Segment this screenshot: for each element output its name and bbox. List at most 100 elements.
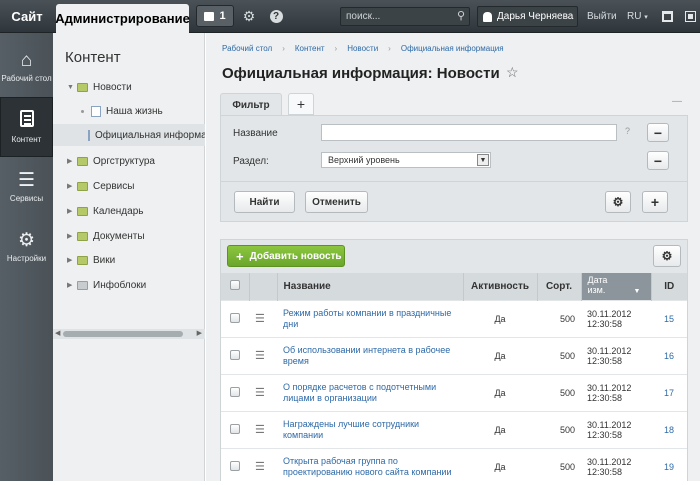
list-settings-gear-icon[interactable]: ⚙ (653, 245, 681, 267)
expand-icon[interactable] (683, 0, 697, 33)
layers-icon: ☰ (17, 169, 36, 191)
minimize-icon[interactable]: — (672, 96, 682, 107)
expand-arrow-icon[interactable]: ▼ (67, 84, 77, 91)
scroll-left-icon[interactable]: ◀ (55, 329, 60, 337)
row-active: Да (463, 299, 537, 337)
column-name[interactable]: Название (277, 273, 464, 300)
column-sort[interactable]: Сорт. (537, 273, 582, 300)
breadcrumb-item[interactable]: Рабочий стол (222, 44, 272, 53)
row-title-link[interactable]: Об использовании интернета в рабочее вре… (283, 345, 457, 367)
breadcrumb-item[interactable]: Официальная информация (401, 44, 504, 53)
row-checkbox[interactable] (230, 312, 240, 323)
expand-arrow-icon[interactable]: ▶ (67, 182, 77, 190)
column-active[interactable]: Активность (463, 273, 538, 300)
scrollbar-thumb[interactable] (63, 331, 183, 337)
language-select[interactable]: RU ▾ (627, 0, 648, 33)
tree-item-our-life[interactable]: Наша жизнь (53, 100, 205, 122)
table-row: ☰ Открыта рабочая группа по проектирован… (221, 447, 687, 485)
row-menu-icon[interactable]: ☰ (255, 313, 265, 325)
nav-settings[interactable]: ⚙ Настройки (0, 217, 53, 277)
add-news-button[interactable]: + Добавить новость (227, 245, 345, 267)
expand-arrow-icon[interactable]: ▶ (67, 157, 77, 165)
filter-name-input[interactable] (321, 124, 617, 141)
row-checkbox[interactable] (230, 460, 240, 471)
tree-item-infoblocks[interactable]: ▶ Инфоблоки (53, 274, 205, 296)
row-title-link[interactable]: Награждены лучшие сотрудники компании (283, 419, 457, 441)
row-sort: 500 (537, 447, 581, 485)
breadcrumb-separator-icon: › (334, 44, 338, 53)
user-icon (483, 11, 492, 22)
filter-settings-gear-icon[interactable]: ⚙ (605, 191, 631, 213)
add-field-button[interactable]: + (642, 191, 668, 213)
row-checkbox[interactable] (230, 423, 240, 434)
breadcrumb-separator-icon: › (282, 44, 285, 53)
nav-services[interactable]: ☰ Сервисы (0, 157, 53, 217)
filter-section-select[interactable]: Верхний уровень ▼ (321, 152, 491, 168)
breadcrumb-item[interactable]: Контент (295, 44, 325, 53)
row-id[interactable]: 18 (651, 410, 687, 448)
remove-section-filter-button[interactable]: − (647, 151, 669, 170)
column-id[interactable]: ID (651, 273, 687, 300)
row-title-link[interactable]: О порядке расчетов с подотчетными лицами… (283, 382, 457, 404)
scroll-right-icon[interactable]: ▶ (197, 329, 202, 337)
row-id[interactable]: 16 (651, 336, 687, 374)
expand-arrow-icon[interactable]: ▶ (67, 281, 77, 289)
notifications-button[interactable]: 1 (196, 5, 234, 27)
row-id[interactable]: 19 (651, 447, 687, 485)
expand-arrow-icon[interactable]: ▶ (67, 207, 77, 215)
tree-item-orgstructure[interactable]: ▶ Оргструктура (53, 150, 205, 172)
tree-item-services[interactable]: ▶ Сервисы (53, 175, 205, 197)
tree-item-label: Вики (93, 254, 116, 266)
tree-item-official-info[interactable]: Официальная информа (53, 124, 205, 146)
row-sort: 500 (537, 373, 581, 411)
row-sort: 500 (537, 410, 581, 448)
admin-tab[interactable]: Администрирование (55, 4, 190, 33)
row-date: 30.11.2012 12:30:58 (581, 373, 651, 411)
cancel-button[interactable]: Отменить (305, 191, 368, 213)
search-icon[interactable]: ⚲ (457, 9, 465, 22)
help-icon[interactable]: ? (268, 0, 284, 33)
tree-item-calendar[interactable]: ▶ Календарь (53, 200, 205, 222)
select-all-checkbox[interactable] (221, 273, 250, 300)
folder-icon (77, 82, 88, 92)
row-menu-icon[interactable]: ☰ (255, 461, 265, 473)
tree-horizontal-scrollbar[interactable]: ◀ ▶ (53, 329, 205, 339)
site-tab[interactable]: Сайт (0, 0, 54, 33)
sort-down-icon: ▼ (633, 288, 641, 296)
settings-gear-icon[interactable]: ⚙ (241, 0, 257, 33)
column-date[interactable]: Дата изм. ▼ (581, 273, 652, 300)
nav-desktop[interactable]: ⌂ Рабочий стол (0, 37, 53, 97)
row-menu-icon[interactable]: ☰ (255, 350, 265, 362)
tree-item-wiki[interactable]: ▶ Вики (53, 249, 205, 271)
filter-tab[interactable]: Фильтр (220, 93, 282, 116)
row-menu-icon[interactable]: ☰ (255, 387, 265, 399)
row-id[interactable]: 17 (651, 373, 687, 411)
language-label: RU (627, 11, 642, 22)
search-input[interactable] (341, 8, 451, 25)
news-table: Название Активность Сорт. Дата изм. ▼ ID … (221, 273, 687, 485)
row-checkbox[interactable] (230, 349, 240, 360)
tree-item-documents[interactable]: ▶ Документы (53, 225, 205, 247)
row-menu-icon[interactable]: ☰ (255, 424, 265, 436)
nav-content[interactable]: Контент (0, 97, 53, 157)
menu-icon[interactable] (660, 0, 674, 33)
logout-link[interactable]: Выйти (587, 0, 617, 33)
user-button[interactable]: Дарья Черняева (477, 6, 578, 27)
filter-name-label: Название (233, 128, 278, 139)
chevron-down-icon: ▼ (477, 154, 489, 166)
add-filter-button[interactable]: + (288, 93, 314, 115)
notification-icon (204, 11, 215, 21)
row-title-link[interactable]: Режим работы компании в праздничные дни (283, 308, 457, 330)
expand-arrow-icon[interactable]: ▶ (67, 256, 77, 264)
tree-item-news[interactable]: ▼ Новости (53, 76, 205, 98)
find-button[interactable]: Найти (234, 191, 295, 213)
help-icon[interactable]: ? (625, 126, 630, 136)
remove-name-filter-button[interactable]: − (647, 123, 669, 142)
breadcrumb-item[interactable]: Новости (347, 44, 378, 53)
row-checkbox[interactable] (230, 386, 240, 397)
row-title-link[interactable]: Открыта рабочая группа по проектированию… (283, 456, 457, 478)
favorite-star-icon[interactable]: ☆ (506, 64, 519, 81)
row-id[interactable]: 15 (651, 299, 687, 337)
expand-arrow-icon[interactable]: ▶ (67, 232, 77, 240)
row-date: 30.11.2012 12:30:58 (581, 410, 651, 448)
